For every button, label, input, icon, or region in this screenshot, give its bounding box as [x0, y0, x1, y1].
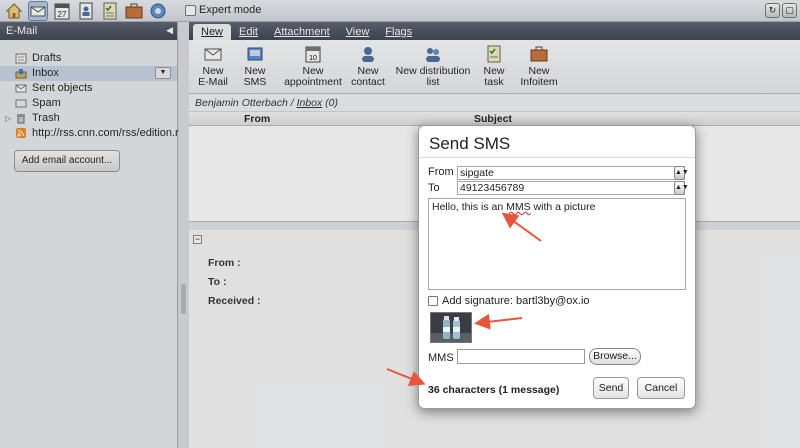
character-count: 36 characters (1 message)	[428, 384, 560, 396]
message-text: Hello, this is an	[432, 201, 507, 213]
from-select[interactable]: sipgate ▲▼	[457, 166, 689, 180]
cancel-button[interactable]: Cancel	[637, 377, 685, 399]
from-label: From	[428, 166, 454, 178]
send-sms-dialog: Send SMS From sipgate ▲▼ To 49123456789 …	[418, 125, 696, 409]
add-signature-checkbox[interactable]	[428, 296, 438, 306]
message-textarea[interactable]: Hello, this is an MMS with a picture	[428, 198, 686, 290]
add-signature-label: Add signature: bartl3by@ox.io	[442, 295, 590, 307]
mms-picture-thumbnail[interactable]	[430, 312, 472, 343]
browse-button[interactable]: Browse...	[589, 348, 641, 365]
from-select-value: sipgate	[460, 167, 494, 179]
mms-file-input[interactable]	[457, 349, 585, 364]
add-signature-option[interactable]: Add signature: bartl3by@ox.io	[428, 295, 590, 307]
to-label: To	[428, 182, 440, 194]
mms-label: MMS	[428, 352, 454, 364]
dialog-title: Send SMS	[429, 134, 511, 153]
message-text: with a picture	[530, 201, 596, 213]
dialog-title-divider	[419, 157, 695, 158]
to-select[interactable]: 49123456789 ▲▼	[457, 181, 689, 195]
to-select-value: 49123456789	[460, 182, 525, 194]
message-text-misspelled: MMS	[506, 201, 531, 213]
from-dropdown-icon[interactable]: ▲▼	[674, 166, 689, 180]
send-button[interactable]: Send	[593, 377, 629, 399]
to-dropdown-icon[interactable]: ▲▼	[674, 181, 689, 195]
